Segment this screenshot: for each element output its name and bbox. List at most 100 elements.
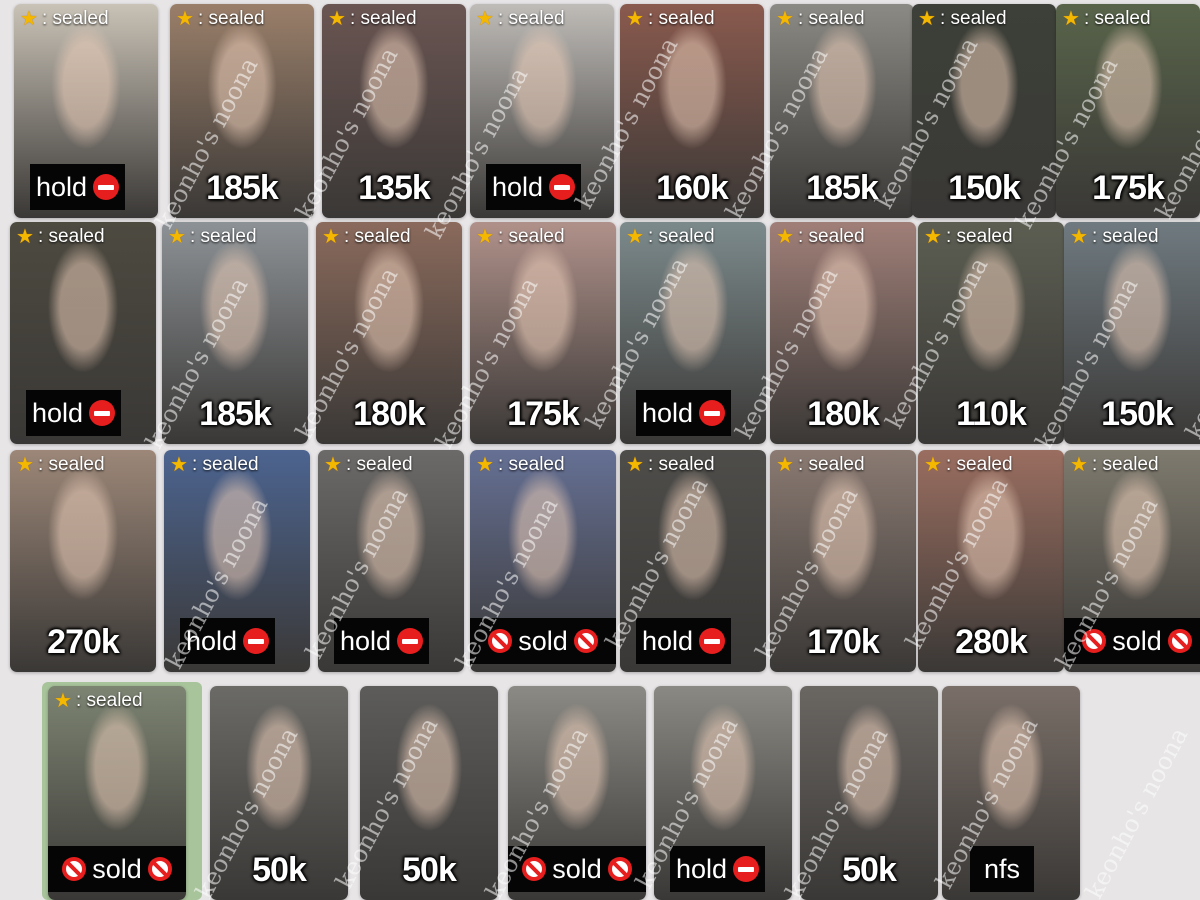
sealed-label: ★: sealed (475, 8, 565, 30)
sealed-label: ★: sealed (625, 8, 715, 30)
photocard: ★: sealed hold (470, 4, 614, 218)
prohibited-icon (1167, 629, 1192, 653)
sealed-text: : sealed (946, 454, 1013, 475)
photocard: ★: sealed 280k (918, 450, 1064, 672)
star-icon: ★ (170, 454, 188, 476)
price-label: 110k (956, 395, 1027, 433)
prohibited-icon (522, 857, 547, 881)
photocard: ★: sealed 160k (620, 4, 764, 218)
no-entry-icon (699, 400, 726, 426)
photocard: 50k (360, 686, 498, 900)
sealed-label: ★: sealed (917, 8, 1007, 30)
nfs-text: nfs (984, 854, 1021, 884)
price-label: 185k (199, 395, 272, 433)
photocard: ★: sealed 150k (912, 4, 1056, 218)
sealed-label: ★: sealed (321, 226, 411, 248)
star-icon: ★ (476, 8, 494, 30)
hold-text: hold (492, 172, 544, 202)
sealed-text: : sealed (38, 454, 105, 475)
hold-tag: hold (180, 618, 276, 664)
sealed-text: : sealed (648, 226, 715, 247)
sealed-text: : sealed (198, 8, 265, 29)
star-icon: ★ (54, 690, 72, 712)
sealed-text: : sealed (798, 8, 865, 29)
star-icon: ★ (176, 8, 194, 30)
sealed-label: ★: sealed (15, 226, 105, 248)
sealed-label: ★: sealed (15, 454, 105, 476)
price-label: 185k (806, 169, 879, 207)
photocard: ★: sealed 175k (470, 222, 616, 444)
sealed-label: ★: sealed (775, 454, 865, 476)
star-icon: ★ (20, 8, 38, 30)
sold-text: sold (1112, 626, 1162, 656)
star-icon: ★ (324, 454, 342, 476)
hold-tag: hold (636, 390, 732, 436)
star-icon: ★ (626, 454, 644, 476)
price-label: 160k (656, 169, 729, 207)
star-icon: ★ (626, 8, 644, 30)
price-label: 175k (1092, 169, 1165, 207)
sold-tag: sold (508, 846, 646, 892)
sealed-label: ★: sealed (475, 226, 565, 248)
sealed-label: ★: sealed (1061, 8, 1151, 30)
star-icon: ★ (776, 8, 794, 30)
hold-tag: hold (26, 390, 122, 436)
sold-text: sold (92, 854, 142, 884)
no-entry-icon (397, 628, 424, 654)
hold-text: hold (642, 398, 694, 428)
star-icon: ★ (924, 454, 942, 476)
star-icon: ★ (1070, 226, 1088, 248)
sold-text: sold (518, 626, 568, 656)
sealed-text: : sealed (344, 226, 411, 247)
no-entry-icon (549, 174, 576, 200)
no-entry-icon (699, 628, 726, 654)
photocard: ★: sealed hold (620, 450, 766, 672)
price-label: 50k (402, 851, 457, 889)
sealed-label: ★: sealed (19, 8, 109, 30)
sold-text: sold (552, 854, 602, 884)
star-icon: ★ (776, 226, 794, 248)
sealed-text: : sealed (190, 226, 257, 247)
price-label: 150k (948, 169, 1021, 207)
photocard: ★: sealed 135k (322, 4, 466, 218)
sealed-text: : sealed (1092, 454, 1159, 475)
hold-text: hold (186, 626, 238, 656)
no-entry-icon (243, 628, 270, 654)
hold-tag: hold (334, 618, 430, 664)
photocard: ★: sealed hold (14, 4, 158, 218)
star-icon: ★ (322, 226, 340, 248)
sealed-label: ★: sealed (175, 8, 265, 30)
sealed-label: ★: sealed (625, 226, 715, 248)
photocard: 50k (210, 686, 348, 900)
no-entry-icon (93, 174, 120, 200)
sealed-label: ★: sealed (1069, 454, 1159, 476)
sealed-text: : sealed (192, 454, 259, 475)
photocard: ★: sealed hold (164, 450, 310, 672)
price-label: 185k (206, 169, 279, 207)
sealed-text: : sealed (498, 8, 565, 29)
star-icon: ★ (16, 226, 34, 248)
star-icon: ★ (918, 8, 936, 30)
photocard: ★: sealed 175k (1056, 4, 1200, 218)
photocard: ★: sealed 180k (316, 222, 462, 444)
sealed-text: : sealed (498, 454, 565, 475)
sealed-label: ★: sealed (775, 8, 865, 30)
no-entry-icon (89, 400, 116, 426)
sealed-text: : sealed (76, 690, 143, 711)
sealed-label: ★: sealed (53, 690, 143, 712)
photocard: hold (654, 686, 792, 900)
photocard: ★: sealed sold (48, 686, 186, 900)
price-label: 180k (353, 395, 426, 433)
star-icon: ★ (1062, 8, 1080, 30)
sealed-text: : sealed (798, 226, 865, 247)
photocard: ★: sealed 150k (1064, 222, 1200, 444)
hold-tag: hold (636, 618, 732, 664)
sealed-text: : sealed (350, 8, 417, 29)
sold-tag: sold (48, 846, 186, 892)
star-icon: ★ (776, 454, 794, 476)
star-icon: ★ (476, 226, 494, 248)
sealed-label: ★: sealed (167, 226, 257, 248)
sold-tag: sold (1064, 618, 1200, 664)
sealed-label: ★: sealed (327, 8, 417, 30)
price-label: 280k (955, 623, 1028, 661)
